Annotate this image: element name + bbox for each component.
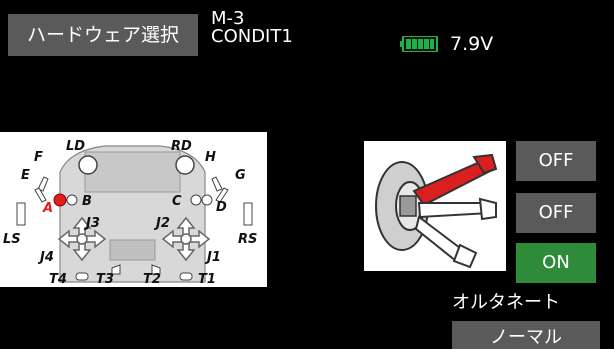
switch-a [53,193,67,207]
battery-icon [400,36,438,52]
label-h: H [205,150,216,165]
label-j2: J2 [153,216,170,231]
battery-voltage: 7.9V [450,33,494,55]
label-ls: LS [3,232,21,247]
condition-name: CONDIT1 [211,26,293,47]
switch-c [190,194,202,206]
switch-b [66,194,78,206]
label-c: C [172,194,182,209]
hardware-select-button[interactable]: ハードウェア選択 [8,14,198,56]
label-rs: RS [238,232,257,247]
label-a: A [42,201,53,216]
label-t4: T4 [49,272,67,287]
knob-ld [78,155,98,175]
position-3-button[interactable]: ON [516,243,596,283]
label-t1: T1 [198,272,216,287]
knob-rd [175,155,195,175]
trim-t1 [179,272,193,281]
label-j1: J1 [204,250,221,265]
alternate-label: オルタネート [452,292,560,313]
label-f: F [34,150,43,165]
label-t3: T3 [96,272,114,287]
label-rd: RD [171,139,192,154]
transmitter-graphic: LD RD F E H G A B C D J3 J2 J4 J1 LS RS … [3,139,257,287]
switch-d [201,194,213,206]
trim-t4 [75,272,89,281]
model-info: M-3 CONDIT1 [211,10,293,46]
label-e: E [21,168,30,183]
label-g: G [235,168,246,183]
switch-illustration [364,141,506,271]
slider-rs [243,202,253,226]
label-b: B [82,194,92,209]
three-position-switch-icon [375,153,498,269]
position-1-button[interactable]: OFF [516,141,596,181]
label-j3: J3 [83,216,100,231]
label-ld: LD [66,139,85,154]
label-j4: J4 [37,250,54,265]
label-d: D [216,200,227,215]
position-2-button[interactable]: OFF [516,193,596,233]
slider-ls [16,202,26,226]
normal-mode-button[interactable]: ノーマル [452,321,600,349]
label-t2: T2 [143,272,161,287]
transmitter-diagram: LD RD F E H G A B C D J3 J2 J4 J1 LS RS … [0,132,267,287]
